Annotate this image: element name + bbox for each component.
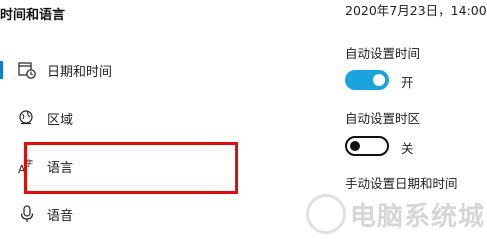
globe-icon: [17, 108, 37, 128]
calendar-clock-icon: [17, 60, 37, 80]
auto-time-label: 自动设置时间: [345, 46, 421, 61]
sidebar-item-date-time[interactable]: 日期和时间: [0, 58, 240, 82]
auto-timezone-state: 关: [401, 141, 414, 156]
toggle-knob: [373, 74, 385, 86]
current-datetime: 2020年7月23日，14:00: [345, 3, 487, 18]
auto-timezone-label: 自动设置时区: [345, 111, 421, 126]
sidebar-item-region[interactable]: 区域: [0, 106, 240, 130]
settings-content: 2020年7月23日，14:00 自动设置时间 开 自动设置时区 关 手动设置日…: [345, 0, 487, 251]
watermark-logo-icon: [306, 194, 346, 234]
sidebar-item-label: 日期和时间: [47, 65, 113, 80]
auto-time-state: 开: [401, 75, 414, 90]
auto-timezone-toggle[interactable]: [345, 136, 389, 156]
sidebar-item-label: 区域: [47, 113, 74, 128]
manual-time-label: 手动设置日期和时间: [345, 176, 458, 191]
sidebar-item-label: 语音: [47, 209, 74, 224]
settings-sidebar: 时间和语言 日期和时间 区域 A 字 语言 语音: [0, 0, 255, 251]
sidebar-item-speech[interactable]: 语音: [0, 202, 240, 226]
toggle-knob: [350, 141, 360, 151]
page-title: 时间和语言: [0, 8, 66, 23]
highlight-box: [24, 142, 238, 194]
microphone-icon: [17, 204, 37, 224]
auto-time-toggle[interactable]: [345, 70, 389, 90]
